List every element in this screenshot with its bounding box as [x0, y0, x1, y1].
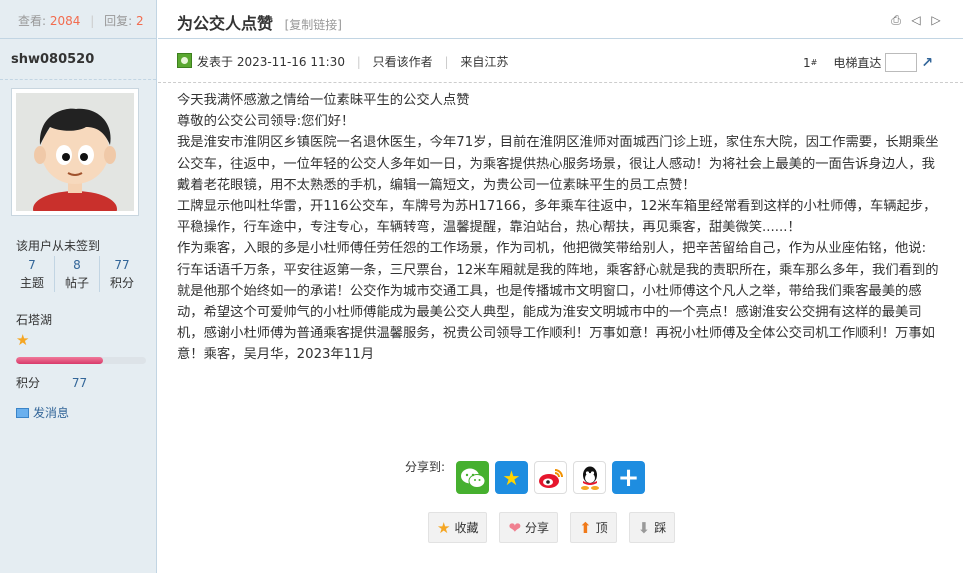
replies-label: 回复:	[104, 14, 133, 28]
stat-label[interactable]: 主题	[10, 274, 54, 292]
downvote-label: 踩	[654, 521, 667, 535]
next-thread-icon[interactable]: ▷	[929, 13, 943, 27]
post-paragraph: 作为乘客，入眼的多是小杜师傅任劳任怨的工作场景，作为司机，他把微笑带给别人，把辛…	[177, 241, 939, 363]
share-label: 分享到:	[405, 460, 446, 474]
arrow-down-icon: ⬇	[637, 518, 651, 537]
floor-number: 1	[803, 55, 811, 70]
online-status-icon	[177, 53, 192, 68]
share-icons: ★ +	[456, 461, 645, 494]
star-icon: ★	[437, 518, 451, 537]
post-paragraph: 今天我满怀感激之情给一位素昧平生的公交人点赞	[177, 93, 470, 108]
post-actions: ★ 收藏 ❤ 分享 ⬆ 顶 ⬇ 踩	[428, 512, 676, 543]
favorite-button[interactable]: ★ 收藏	[428, 512, 488, 543]
floor-nav: 1 # 电梯直达 ↗	[803, 53, 935, 72]
stat-threads[interactable]: 7 主题	[10, 256, 55, 292]
downvote-button[interactable]: ⬇ 踩	[628, 512, 676, 543]
star-icon: ★	[16, 331, 30, 349]
avatar[interactable]	[11, 88, 139, 216]
author-stats: 7 主题 8 帖子 77 积分	[10, 256, 144, 292]
credit-progress-bar	[16, 357, 146, 364]
thread-header: 为公交人点赞 [复制链接] ⎙ ◁ ▷	[158, 0, 963, 39]
score-value: 77	[71, 376, 88, 390]
score-label: 积分	[16, 376, 41, 390]
views-label: 查看:	[18, 14, 47, 28]
thread-title: 为公交人点赞	[177, 14, 274, 33]
share-label-btn: 分享	[525, 521, 550, 535]
prev-thread-icon[interactable]: ◁	[909, 13, 923, 27]
user-group[interactable]: 石塔湖	[16, 311, 52, 328]
only-author-link[interactable]: 只看该作者	[373, 55, 433, 69]
post-location: 来自江苏	[460, 55, 509, 69]
author-sidebar: 查看: 2084 | 回复: 2 shw080520 该用户从未签到 7 主题 …	[0, 0, 157, 573]
mail-icon	[16, 407, 29, 418]
cartoon-avatar-icon	[16, 93, 134, 211]
avatar-image	[16, 93, 134, 211]
thread-stats: 查看: 2084 | 回复: 2	[0, 0, 156, 39]
elevator-input[interactable]	[885, 53, 918, 72]
print-icon[interactable]: ⎙	[889, 13, 903, 27]
thread-title-row: 为公交人点赞 [复制链接]	[177, 10, 342, 34]
views-count: 2084	[49, 14, 81, 28]
send-message-link[interactable]: 发消息	[16, 404, 69, 421]
post-paragraph: 工牌显示他叫杜华雷，开116公交车，车牌号为苏H17166，多年乘车往返中，12…	[177, 199, 937, 236]
stat-value[interactable]: 7	[10, 256, 54, 274]
stat-value[interactable]: 8	[55, 256, 99, 274]
upvote-label: 顶	[595, 521, 608, 535]
arrow-up-icon: ⬆	[579, 518, 592, 537]
stat-label[interactable]: 积分	[100, 274, 144, 292]
favorite-label: 收藏	[454, 521, 479, 535]
upvote-button[interactable]: ⬆ 顶	[570, 512, 617, 543]
divider: |	[90, 14, 95, 28]
replies-count: 2	[136, 14, 144, 28]
stat-credits[interactable]: 77 积分	[100, 256, 144, 292]
weibo-icon[interactable]	[534, 461, 567, 494]
post-paragraph: 我是淮安市淮阴区乡镇医院一名退休医生，今年71岁，目前在淮阴区淮师对面城西门诊上…	[177, 135, 939, 193]
score-row: 积分 77	[16, 374, 87, 391]
signin-status: 该用户从未签到	[16, 239, 101, 253]
post-content: 今天我满怀感激之情给一位素昧平生的公交人点赞 尊敬的公交公司领导:您们好！ 我是…	[177, 90, 939, 366]
stat-posts[interactable]: 8 帖子	[55, 256, 100, 292]
divider: |	[356, 55, 361, 69]
share-button[interactable]: ❤ 分享	[499, 512, 559, 543]
send-message-label[interactable]: 发消息	[33, 404, 69, 421]
copy-link-button[interactable]: [复制链接]	[285, 18, 342, 32]
go-icon[interactable]: ↗	[921, 55, 935, 71]
stat-value[interactable]: 77	[100, 256, 144, 274]
post-meta-bar: 发表于 2023-11-16 11:30 | 只看该作者 | 来自江苏 1 # 电…	[158, 39, 963, 83]
thread-tools: ⎙ ◁ ▷	[889, 13, 943, 27]
floor-sup: #	[810, 58, 818, 67]
credit-progress-fill	[16, 357, 104, 364]
post-meta: 发表于 2023-11-16 11:30 | 只看该作者 | 来自江苏	[197, 53, 508, 70]
divider: |	[444, 55, 449, 69]
qq-icon[interactable]	[573, 461, 606, 494]
heart-icon: ❤	[508, 518, 522, 537]
post-paragraph: 尊敬的公交公司领导:您们好！	[177, 114, 355, 130]
author-name[interactable]: shw080520	[0, 39, 156, 80]
more-share-icon[interactable]: +	[612, 461, 645, 494]
stat-label[interactable]: 帖子	[55, 274, 99, 292]
elevator-label: 电梯直达	[833, 56, 882, 70]
qzone-icon[interactable]: ★	[495, 461, 528, 494]
wechat-icon[interactable]	[456, 461, 489, 494]
post-time: 发表于 2023-11-16 11:30	[197, 55, 345, 69]
